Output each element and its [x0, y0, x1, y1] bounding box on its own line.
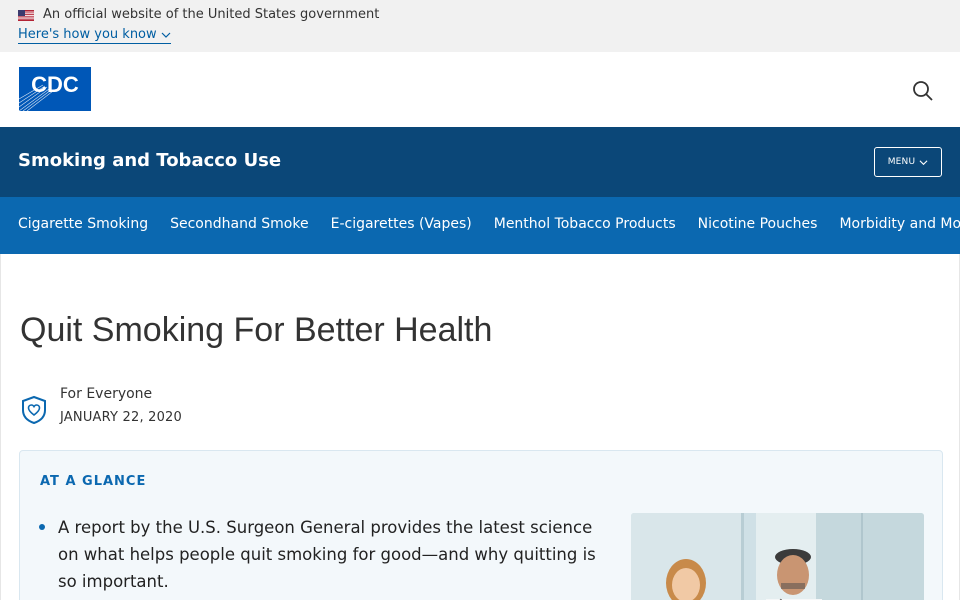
site-title[interactable]: Smoking and Tobacco Use — [18, 150, 281, 171]
heres-how-you-know-label: Here's how you know — [18, 27, 157, 42]
search-icon[interactable] — [910, 78, 936, 104]
subnav-item-nicotine-pouches[interactable]: Nicotine Pouches — [698, 216, 818, 232]
cdc-logo-text: CDC — [31, 72, 79, 97]
glance-bullet-text: A report by the U.S. Surgeon General pro… — [58, 518, 596, 591]
heart-shield-icon — [22, 395, 46, 425]
subnav-item-morbidity-mortality[interactable]: Morbidity and Mortality — [839, 216, 960, 232]
gov-banner: An official website of the United States… — [0, 0, 960, 52]
site-title-bar: Smoking and Tobacco Use MENU — [0, 127, 960, 197]
publication-date: JANUARY 22, 2020 — [60, 410, 182, 425]
subnav-item-secondhand-smoke[interactable]: Secondhand Smoke — [170, 216, 309, 232]
menu-button[interactable]: MENU — [874, 147, 942, 177]
subnav-item-menthol[interactable]: Menthol Tobacco Products — [494, 216, 676, 232]
page-title: Quit Smoking For Better Health — [20, 311, 493, 349]
at-a-glance-heading: AT A GLANCE — [40, 474, 147, 489]
subnav-item-cigarette-smoking[interactable]: Cigarette Smoking — [18, 216, 148, 232]
sub-navigation: Cigarette Smoking Secondhand Smoke E-cig… — [0, 197, 960, 254]
menu-label: MENU — [887, 157, 916, 167]
at-a-glance-box: AT A GLANCE A report by the U.S. Surgeon… — [19, 450, 943, 600]
chevron-down-icon — [161, 32, 171, 38]
site-header: CDC — [0, 52, 960, 127]
subnav-list: Cigarette Smoking Secondhand Smoke E-cig… — [18, 216, 960, 232]
us-flag-icon — [18, 10, 34, 21]
subnav-item-e-cigarettes[interactable]: E-cigarettes (Vapes) — [331, 216, 472, 232]
main-content: Quit Smoking For Better Health For Every… — [0, 254, 960, 600]
official-website-text: An official website of the United States… — [43, 7, 380, 22]
doctor-patient-photo — [631, 513, 924, 600]
bullet-marker — [39, 524, 45, 530]
cdc-logo[interactable]: CDC — [19, 67, 91, 111]
heres-how-you-know-link[interactable]: Here's how you know — [18, 27, 171, 44]
chevron-down-icon — [919, 159, 928, 165]
audience-label: For Everyone — [60, 386, 153, 402]
